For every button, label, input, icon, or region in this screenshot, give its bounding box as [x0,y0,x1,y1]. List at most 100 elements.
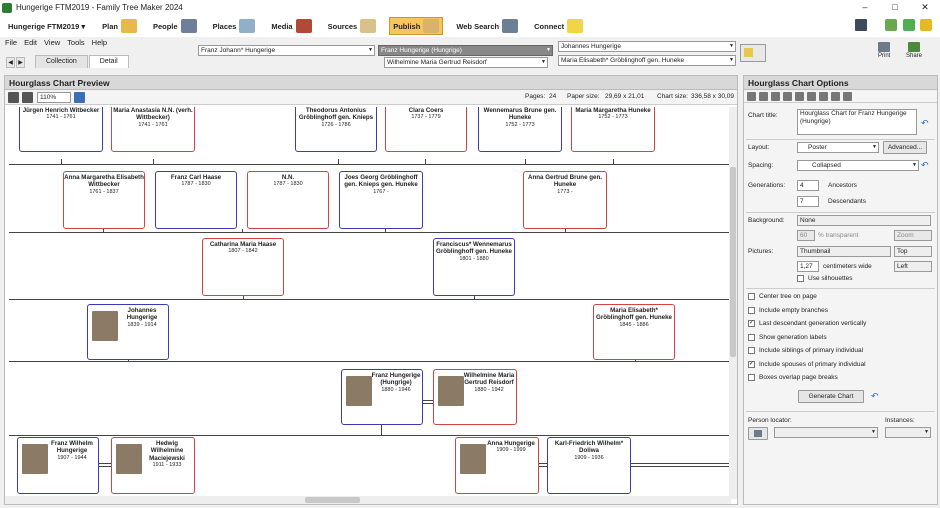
background-select[interactable]: None [797,215,931,226]
hint-icon[interactable] [885,19,897,31]
checkbox-box[interactable] [748,293,755,300]
tree-selector[interactable]: Hungerige FTM2019 ▾ [8,22,85,31]
box-style-icon[interactable] [771,91,780,101]
locator-button[interactable] [748,427,768,440]
nav-plan[interactable]: Plan [99,17,140,35]
chart-title-input[interactable]: Hourglass Chart for Franz Hungerige (Hun… [797,109,917,135]
person-box[interactable]: Jürgen Henrich Witbecker 1741 - 1761 [19,107,103,152]
person-box[interactable]: Clara Coers 1737 - 1779 [385,107,467,152]
reset-icon[interactable]: ↶ [921,118,929,129]
menu-tools[interactable]: Tools [67,38,85,50]
items-icon[interactable] [795,91,804,101]
option-checkbox-3[interactable]: ✓ Last descendant generation vertically [748,320,866,327]
layout-select[interactable]: Poster ▼ [797,142,879,153]
descendants-stepper[interactable]: 7 [797,196,819,207]
person-box[interactable]: Franz Hungerige (Hungrige) 1880 - 1946 [341,369,423,425]
print-button[interactable]: Print [878,42,890,59]
generate-chart-button[interactable]: Generate Chart [798,390,864,403]
horizontal-scroll-thumb[interactable] [305,497,360,503]
checkbox-box[interactable]: ✓ [748,320,755,327]
use-silhouettes-checkbox[interactable]: Use silhouettes [797,275,852,282]
person-box[interactable]: Joes Georg Gröblinghoff gen. Knieps gen.… [339,171,423,229]
checkbox-box[interactable] [748,347,755,354]
person-box[interactable]: Maria Margaretha Huneke 1752 - 1773 [571,107,655,152]
sync-icon[interactable] [855,19,867,31]
minimize-button[interactable]: – [850,0,880,15]
chevron-down-icon[interactable]: ▼ [924,428,929,437]
father-field[interactable]: Johannes Hungerige ▼ [558,41,736,52]
background-icon[interactable] [783,91,792,101]
option-checkbox-5[interactable]: Include siblings of primary individual [748,347,863,354]
instances-select[interactable]: ▼ [885,427,931,438]
option-checkbox-7[interactable]: Boxes overlap page breaks [748,374,838,381]
checkbox-box[interactable] [748,374,755,381]
nav-publish[interactable]: Publish [389,17,444,35]
move-tool-icon[interactable] [8,91,19,103]
maximize-button[interactable]: □ [880,0,910,15]
person-box[interactable]: N.N. 1787 - 1830 [247,171,329,229]
nav-places[interactable]: Places [210,17,259,35]
ancestry-leaf-icon[interactable] [903,19,915,31]
menu-view[interactable]: View [44,38,60,50]
font-icon[interactable] [759,91,768,101]
chevron-down-icon[interactable]: ▼ [729,56,734,65]
back-arrow-icon[interactable]: ◀ [6,57,15,68]
reset-icon[interactable]: ↶ [871,391,879,402]
transparency-input[interactable]: 60 [797,230,815,241]
menu-file[interactable]: File [5,38,17,50]
export-icon[interactable] [843,91,852,101]
person-box[interactable]: Karl-Friedrich Wilhelm* Doliwa 1909 - 193… [547,437,631,494]
nav-connect[interactable]: Connect [531,17,586,35]
save-template-icon[interactable] [819,91,828,101]
fit-page-icon[interactable] [22,91,33,103]
chevron-down-icon[interactable]: ▼ [368,46,373,55]
web-dashboard-icon[interactable] [920,19,932,31]
person-box[interactable]: Maria Anastasia N.N. (verh. Wittbecker) 1… [111,107,195,152]
copy-icon[interactable] [831,91,840,101]
chevron-down-icon[interactable]: ▼ [729,42,734,51]
vertical-scroll-thumb[interactable] [730,167,736,357]
checkbox-box[interactable] [748,306,755,314]
person-box[interactable]: Hedwig Wilhelmine Maciejewski 1911 - 1933 [111,437,195,494]
family-view-button[interactable] [740,44,766,62]
person-box[interactable]: Wilhelmine Maria Gertrud Reisdorf 1880 - … [433,369,517,425]
person-locator-select[interactable]: ▼ [774,427,878,438]
option-checkbox-1[interactable]: Center tree on page [748,293,817,300]
chevron-down-icon[interactable]: ▼ [541,58,546,67]
chevron-down-icon[interactable]: ▼ [872,143,877,152]
picture-position-select[interactable]: Top [894,246,932,257]
spacing-select[interactable]: Collapsed ▼ [797,160,919,171]
chart-canvas[interactable]: Jürgen Henrich Witbecker 1741 - 1761 Maria… [5,107,731,499]
checkbox-box[interactable] [797,275,804,282]
vertical-scrollbar[interactable] [729,107,737,499]
person-box[interactable]: Wennemarus Brune gen. Huneke 1752 - 1773 [478,107,562,152]
person-box[interactable]: Johannes Hungerige 1839 - 1914 [87,304,169,360]
nav-media[interactable]: Media [268,17,314,35]
forward-arrow-icon[interactable]: ▶ [16,57,25,68]
page-layout-icon[interactable] [74,91,85,103]
option-checkbox-2[interactable]: Include empty branches [748,306,828,314]
pictures-select[interactable]: Thumbnail [797,246,891,257]
person-box[interactable]: Anna Gertrud Brune gen. Huneke 1773 - [523,171,607,229]
chevron-down-icon[interactable]: ▼ [912,161,917,170]
person-box[interactable]: Franciscus* Wennemarus Gröblinghoff gen.… [433,238,515,296]
share-button[interactable]: Share [906,42,922,59]
person-box[interactable]: Franz Carl Haase 1787 - 1830 [155,171,237,229]
nav-sources[interactable]: Sources [325,17,380,35]
nav-web-search[interactable]: Web Search [453,17,521,35]
checkbox-box[interactable] [748,333,755,341]
horizontal-scrollbar[interactable] [5,496,731,504]
tab-detail[interactable]: Detail [88,55,129,68]
tab-collection[interactable]: Collection [35,55,88,68]
menu-edit[interactable]: Edit [24,38,37,50]
person-box[interactable]: Theodorus Antonius Gröblinghoff gen. Kni… [295,107,377,152]
chevron-down-icon[interactable]: ▼ [546,46,551,55]
nav-people[interactable]: People [150,17,200,35]
other-spouse-field[interactable]: Wilhelmine Maria Gertrud Reisdorf ▼ [384,57,548,68]
person-box[interactable]: Anna Hungerige 1909 - 1999 [455,437,539,494]
mother-field[interactable]: Maria Elisabeth* Gröblinghoff gen. Hunek… [558,55,736,66]
zoom-select[interactable]: 110% [37,91,71,103]
advanced-button[interactable]: Advanced... [883,141,927,154]
template-icon[interactable] [807,91,816,101]
reset-icon[interactable]: ↶ [921,160,929,171]
